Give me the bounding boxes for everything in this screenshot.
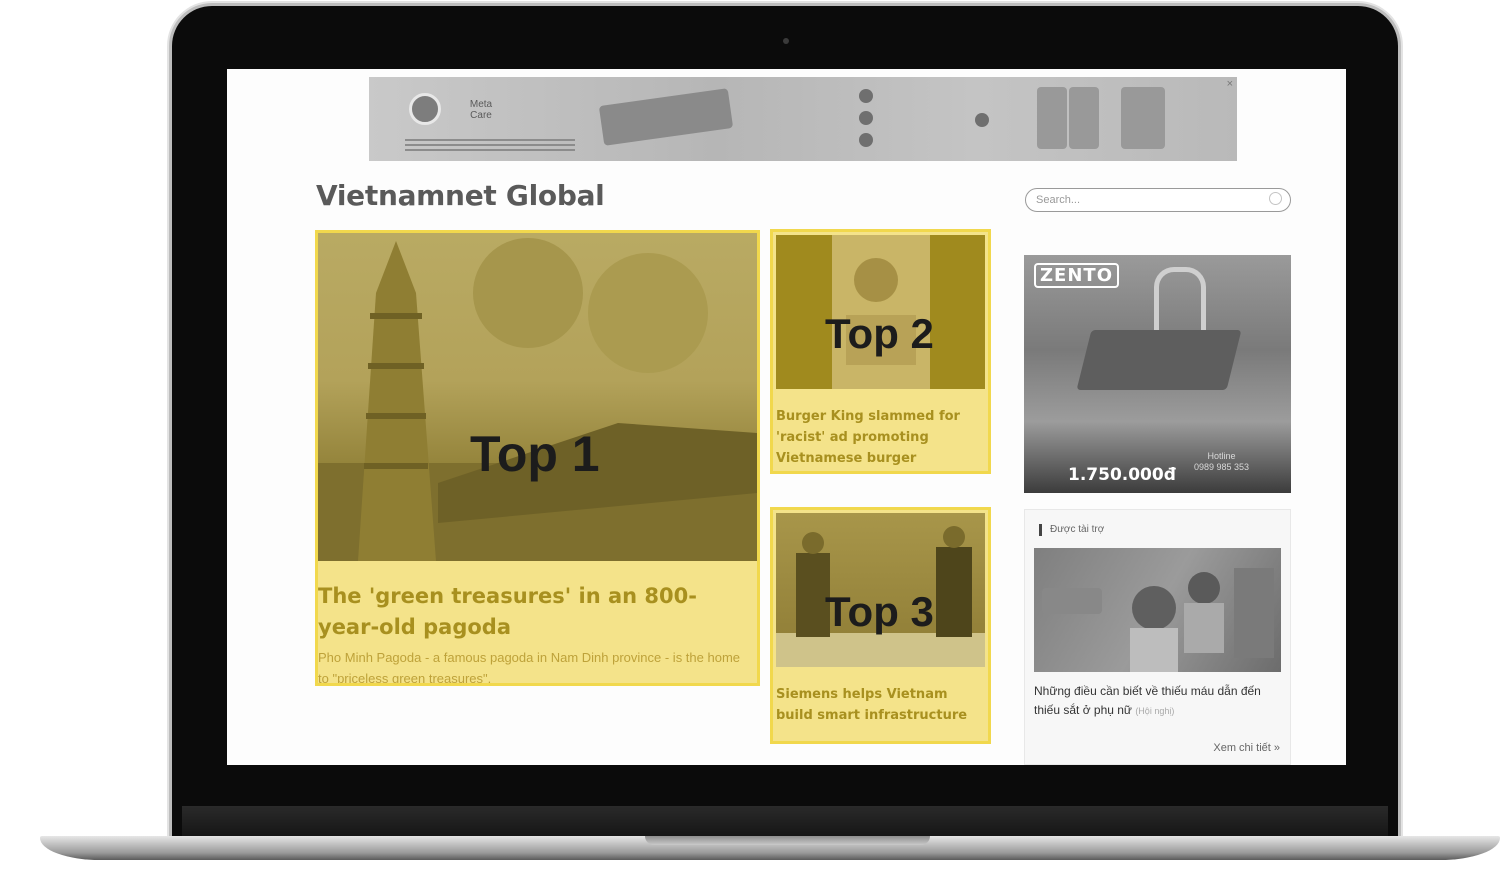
ad-hotline-label: Hotline	[1207, 451, 1236, 461]
ad-hotline-number: 0989 985 353	[1194, 462, 1250, 472]
laptop-notch	[645, 836, 930, 845]
view-more-link[interactable]: Xem chi tiết »	[1213, 742, 1280, 754]
ad-product-image	[1037, 87, 1067, 149]
sidebar-ad-zento[interactable]: ZENTO 1.750.000đ Hotline 0989 985 353	[1024, 255, 1291, 493]
article-image[interactable]	[318, 233, 757, 561]
article-headline[interactable]: Burger King slammed for 'racist' ad prom…	[776, 406, 981, 469]
ad-fine-print	[405, 139, 575, 154]
search-icon[interactable]	[1269, 192, 1282, 205]
ad-product-image	[1121, 87, 1165, 149]
sponsored-title[interactable]: Những điều cần biết về thiếu máu dẫn đến…	[1034, 682, 1282, 721]
ad-hotline: Hotline 0989 985 353	[1194, 451, 1249, 473]
article-card-top-1[interactable]: Top 1 The 'green treasures' in an 800-ye…	[315, 230, 760, 686]
ad-product-image	[1069, 87, 1099, 149]
sponsored-image[interactable]	[1034, 548, 1281, 672]
site-title[interactable]: Vietnamnet Global	[316, 179, 605, 212]
sponsored-photo	[1042, 568, 1274, 672]
article-summary: Pho Minh Pagoda - a famous pagoda in Nam…	[318, 650, 741, 686]
rank-label: Top 2	[825, 310, 934, 357]
pagoda-photo	[318, 238, 757, 561]
sink-graphic	[1076, 330, 1242, 390]
ad-brand-logo: ZENTO	[1034, 263, 1119, 288]
rank-label: Top 3	[825, 588, 934, 635]
ad-bullet-icon	[859, 89, 873, 103]
ad-bullet-icon	[859, 111, 873, 125]
article-headline[interactable]: The 'green treasures' in an 800-year-old…	[318, 581, 754, 643]
sponsored-block: Được tài trợ Những điều cần biết về thiế…	[1024, 509, 1291, 765]
webcam-icon	[783, 38, 789, 44]
article-card-top-3[interactable]: Top 3 Siemens helps Vietnam build smart …	[770, 507, 991, 744]
rank-label: Top 1	[470, 426, 600, 482]
ad-price: 1.750.000đ	[1068, 465, 1176, 485]
ad-close-icon[interactable]: ×	[1227, 79, 1233, 90]
ad-brand-logo-icon	[409, 93, 441, 125]
top-ad-banner[interactable]: Meta Care ×	[369, 77, 1237, 161]
search-input[interactable]	[1036, 192, 1256, 208]
ad-ribbon-graphic	[598, 88, 734, 146]
article-headline[interactable]: Siemens helps Vietnam build smart infras…	[776, 684, 981, 726]
search-box[interactable]	[1025, 188, 1291, 212]
sponsored-source: (Hội nghị)	[1135, 706, 1175, 716]
laptop-hinge	[182, 806, 1388, 838]
browser-viewport: Meta Care × Vietnamnet Global Search... …	[227, 69, 1346, 765]
ad-bullet-icon	[975, 113, 989, 127]
ad-brand-name: Meta Care	[469, 99, 493, 121]
article-card-top-2[interactable]: Top 2 Burger King slammed for 'racist' a…	[770, 229, 991, 474]
ad-bullet-icon	[859, 133, 873, 147]
sponsored-label: Được tài trợ	[1039, 524, 1104, 536]
